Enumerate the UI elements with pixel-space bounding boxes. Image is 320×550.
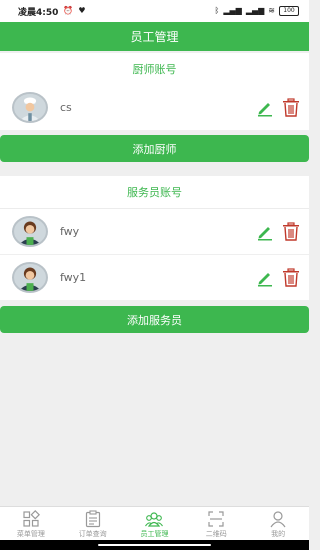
status-bar: 凌晨4:50 ⏰ ♥ ᛒ ▂▄▆ ▂▄▆ ≋ 100 — [0, 0, 309, 22]
add-waiter-button[interactable]: 添加服务员 — [0, 306, 309, 333]
scan-icon — [208, 511, 224, 527]
add-chef-button[interactable]: 添加厨师 — [0, 135, 309, 162]
tab-mine[interactable]: 我的 — [247, 507, 309, 541]
tab-menu-management[interactable]: 菜单管理 — [0, 507, 62, 541]
tab-label: 二维码 — [205, 530, 227, 538]
tab-label: 菜单管理 — [16, 530, 45, 538]
page-header: 员工管理 — [0, 22, 309, 51]
delete-icon[interactable] — [282, 268, 300, 287]
wifi-icon: ≋ — [268, 6, 275, 15]
status-bar-left: 凌晨4:50 ⏰ ♥ — [18, 5, 86, 18]
bluetooth-icon: ᛒ — [214, 6, 220, 15]
chef-row: cs — [0, 85, 309, 131]
chef-section-title: 厨师账号 — [0, 53, 309, 86]
waiter-row: fwy — [0, 209, 309, 255]
waiter-avatar-icon — [14, 264, 46, 291]
status-bar-right: ᛒ ▂▄▆ ▂▄▆ ≋ 100 — [215, 6, 299, 16]
chef-avatar-icon — [14, 94, 46, 121]
waiter-section-title-text: 服务员账号 — [127, 186, 182, 199]
chef-avatar — [12, 92, 48, 123]
grid-icon — [23, 510, 40, 527]
edit-icon[interactable] — [256, 223, 274, 241]
edit-icon[interactable] — [256, 269, 274, 287]
tab-label: 员工管理 — [140, 530, 169, 538]
chef-section-title-text: 厨师账号 — [132, 63, 177, 76]
alarm-icon: ⏰ — [63, 6, 74, 15]
tab-qr-code[interactable]: 二维码 — [185, 507, 247, 541]
battery-icon: 100 — [279, 6, 299, 16]
notification-icon: ♥ — [78, 6, 86, 15]
home-indicator[interactable] — [98, 544, 211, 546]
tab-label: 订单查询 — [78, 530, 107, 538]
waiter-avatar — [12, 216, 48, 247]
tab-order-query[interactable]: 订单查询 — [62, 507, 124, 541]
page-title: 员工管理 — [130, 30, 179, 44]
waiter-avatar — [12, 262, 48, 293]
signal2-icon: ▂▄▆ — [245, 6, 265, 15]
system-nav-bar — [0, 540, 309, 550]
waiter-name: fwy — [60, 225, 80, 238]
status-time: 凌晨4:50 — [18, 7, 59, 18]
waiter-name: fwy1 — [60, 271, 87, 284]
user-icon — [270, 511, 286, 528]
edit-icon[interactable] — [256, 99, 274, 117]
waiter-section-title: 服务员账号 — [0, 176, 309, 209]
bottom-tab-bar: 菜单管理 订单查询 员工管理 二维码 我的 — [0, 506, 309, 541]
tab-label: 我的 — [271, 530, 286, 538]
chef-name: cs — [60, 101, 72, 114]
delete-icon[interactable] — [282, 222, 300, 241]
delete-icon[interactable] — [282, 98, 300, 117]
signal-icon: ▂▄▆ — [223, 6, 242, 15]
people-icon — [145, 512, 164, 527]
clipboard-icon — [85, 510, 100, 528]
waiter-row: fwy1 — [0, 255, 309, 301]
tab-staff-management[interactable]: 员工管理 — [124, 507, 186, 541]
waiter-avatar-icon — [14, 218, 46, 245]
